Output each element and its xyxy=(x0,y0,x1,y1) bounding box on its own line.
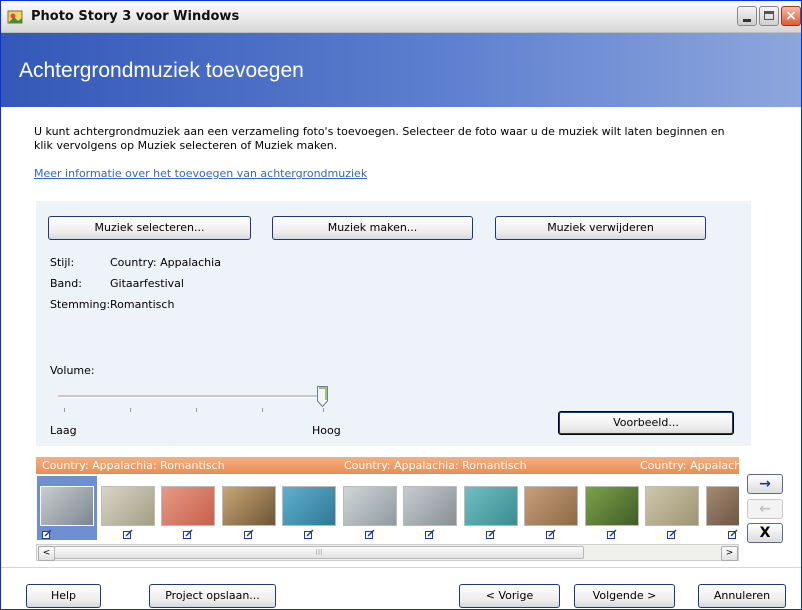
volume-label: Volume: xyxy=(50,364,95,377)
volume-high-label: Hoog xyxy=(312,424,341,437)
maximize-button[interactable] xyxy=(759,6,779,26)
property-value: Country: Appalachia xyxy=(110,256,221,269)
photo-thumbnail-bird[interactable] xyxy=(40,486,94,526)
filmstrip-scrollbar[interactable]: < III > xyxy=(36,544,739,561)
edit-photo-icon[interactable] xyxy=(243,529,254,539)
photo-thumbnail-deer[interactable] xyxy=(524,486,578,526)
footer-divider xyxy=(1,567,801,568)
slider-tick xyxy=(196,408,197,412)
edit-photo-icon[interactable] xyxy=(122,529,133,539)
help-button[interactable]: Help xyxy=(26,584,101,608)
page-header: Achtergrondmuziek toevoegen xyxy=(1,33,801,107)
edit-photo-icon[interactable] xyxy=(364,529,375,539)
property-label: Band: xyxy=(50,277,82,290)
preview-button[interactable]: Voorbeeld... xyxy=(558,411,734,435)
edit-photo-icon[interactable] xyxy=(425,529,435,539)
save-project-button[interactable]: Project opslaan... xyxy=(149,584,276,608)
select-music-button[interactable]: Muziek selecteren... xyxy=(48,216,251,240)
property-label: Stemming: xyxy=(50,298,111,311)
cancel-button[interactable]: Annuleren xyxy=(698,584,786,608)
photo-thumbnail-bird-branch[interactable] xyxy=(645,486,699,526)
scroll-left-button[interactable]: < xyxy=(38,546,55,561)
property-value: Romantisch xyxy=(110,298,175,311)
remove-icon: X xyxy=(759,525,771,541)
edit-photo-icon[interactable] xyxy=(546,529,556,539)
photo-thumbnail-hummingbird[interactable] xyxy=(463,486,518,526)
close-icon: × xyxy=(785,8,797,24)
app-window: Photo Story 3 voor Windows × Achtergrond… xyxy=(0,0,802,610)
photo-thumbnail-flamingo[interactable] xyxy=(161,486,215,526)
photo-thumbnail-giraffe[interactable] xyxy=(221,486,276,526)
more-info-link[interactable]: Meer informatie over het toevoegen van a… xyxy=(34,167,367,180)
photo-thumbnail-heron[interactable] xyxy=(100,486,155,526)
edit-photo-icon[interactable] xyxy=(42,529,52,539)
property-row-mood: Stemming: Romantisch xyxy=(50,298,221,319)
photo-story-app-icon xyxy=(7,10,23,24)
music-properties: Stijl: Country: Appalachia Band: Gitaarf… xyxy=(50,256,221,319)
window-title: Photo Story 3 voor Windows xyxy=(31,9,240,24)
remove-music-button[interactable]: Muziek verwijderen xyxy=(495,216,706,240)
slider-tick xyxy=(130,408,131,412)
next-button[interactable]: Volgende > xyxy=(574,584,675,608)
slider-tick xyxy=(262,408,263,412)
page-title: Achtergrondmuziek toevoegen xyxy=(19,59,304,82)
edit-photo-icon[interactable] xyxy=(183,529,193,539)
photo-thumbnail-frog[interactable] xyxy=(584,486,639,526)
photo-thumbnail-dolphin[interactable] xyxy=(282,486,336,526)
edit-photo-icon[interactable] xyxy=(485,529,496,539)
property-row-style: Stijl: Country: Appalachia xyxy=(50,256,221,277)
photo-filmstrip[interactable] xyxy=(36,474,739,544)
music-panel: Muziek selecteren... Muziek maken... Muz… xyxy=(36,201,751,446)
move-right-button[interactable]: → xyxy=(747,474,783,494)
slider-tick xyxy=(64,408,65,412)
music-timeline-bar: Country: Appalachia: Romantisch Country:… xyxy=(36,457,739,474)
intro-text: U kunt achtergrondmuziek aan een verzame… xyxy=(34,125,725,152)
music-segment-label: Country: Appalach xyxy=(640,459,739,472)
scrollbar-thumb[interactable]: III xyxy=(54,546,584,559)
move-left-button[interactable]: ← xyxy=(747,499,783,519)
edit-photo-icon[interactable] xyxy=(304,529,314,539)
remove-photo-button[interactable]: X xyxy=(747,523,783,543)
previous-button[interactable]: < Vorige xyxy=(459,584,560,608)
edit-photo-icon[interactable] xyxy=(606,529,617,539)
music-segment-label: Country: Appalachia: Romantisch xyxy=(42,459,225,472)
edit-photo-icon[interactable] xyxy=(727,529,738,539)
arrow-right-icon: → xyxy=(759,476,771,492)
scroll-right-button[interactable]: > xyxy=(721,546,738,561)
volume-low-label: Laag xyxy=(50,424,77,437)
property-value: Gitaarfestival xyxy=(110,277,184,290)
close-button[interactable]: × xyxy=(781,6,801,26)
slider-tick xyxy=(323,408,324,412)
minimize-button[interactable] xyxy=(737,6,757,26)
make-music-button[interactable]: Muziek maken... xyxy=(272,216,473,240)
edit-photo-icon[interactable] xyxy=(667,529,677,539)
volume-slider-thumb[interactable] xyxy=(317,386,328,407)
arrow-left-icon: ← xyxy=(759,501,771,517)
photo-thumbnail-polar-bear[interactable] xyxy=(342,486,397,526)
volume-slider-track[interactable] xyxy=(58,395,326,398)
photo-thumbnail-seal[interactable] xyxy=(403,486,457,526)
property-row-band: Band: Gitaarfestival xyxy=(50,277,221,298)
property-label: Stijl: xyxy=(50,256,75,269)
photo-thumbnail-animal[interactable] xyxy=(705,486,739,526)
title-bar[interactable]: Photo Story 3 voor Windows × xyxy=(1,1,801,33)
music-segment-label: Country: Appalachia: Romantisch xyxy=(344,459,527,472)
